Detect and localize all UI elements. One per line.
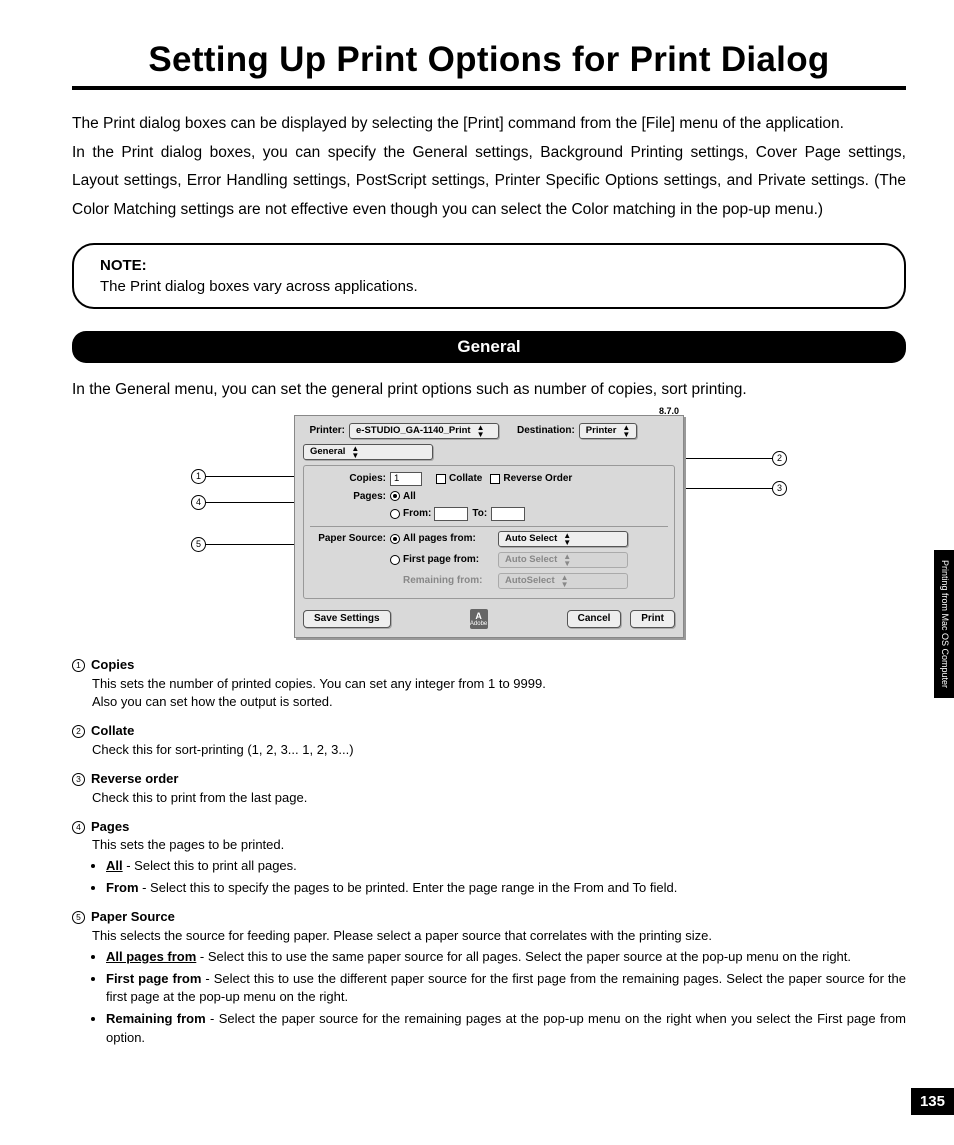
- pages-label: Pages:: [310, 491, 390, 502]
- intro-p1: The Print dialog boxes can be displayed …: [72, 110, 906, 139]
- copies-label: Copies:: [310, 473, 390, 484]
- page-number: 135: [911, 1088, 954, 1115]
- updown-icon: ▲▼: [563, 532, 571, 546]
- definition-bullet: First page from - Select this to use the…: [106, 970, 906, 1008]
- definition-bullet: All pages from - Select this to use the …: [106, 948, 906, 967]
- intro-p2: In the Print dialog boxes, you can speci…: [72, 139, 906, 225]
- callout-2: 2: [772, 451, 787, 466]
- definition-item: 1 CopiesThis sets the number of printed c…: [72, 656, 906, 713]
- ps-remaining-label: Remaining from:: [403, 575, 498, 586]
- pages-to-label: To:: [472, 508, 487, 519]
- panel-value: General: [310, 446, 345, 457]
- reverse-label: Reverse Order: [503, 473, 572, 484]
- definitions-list: 1 CopiesThis sets the number of printed c…: [72, 656, 906, 1048]
- definition-number: 5: [72, 911, 85, 924]
- dialog-figure: 1 4 5 2 3 8.7.0 Printer: e-STUDIO_GA-114…: [209, 415, 769, 638]
- definition-body: This sets the number of printed copies. …: [72, 675, 906, 713]
- definition-title: Copies: [91, 656, 134, 675]
- definition-item: 5 Paper SourceThis selects the source for…: [72, 908, 906, 1048]
- definition-item: 2 CollateCheck this for sort-printing (1,…: [72, 722, 906, 760]
- ps-first-value: Auto Select: [505, 554, 557, 565]
- definition-number: 1: [72, 659, 85, 672]
- callout-3: 3: [772, 481, 787, 496]
- dialog-version: 8.7.0: [659, 406, 679, 416]
- updown-icon: ▲▼: [622, 424, 630, 438]
- callout-5: 5: [191, 537, 206, 552]
- copies-field[interactable]: 1: [390, 472, 422, 486]
- ps-remaining-popup[interactable]: AutoSelect ▲▼: [498, 573, 628, 589]
- definition-bullet: Remaining from - Select the paper source…: [106, 1010, 906, 1048]
- definition-body: This selects the source for feeding pape…: [72, 927, 906, 1048]
- manual-page: Setting Up Print Options for Print Dialo…: [0, 0, 954, 1145]
- definition-item: 4 PagesThis sets the pages to be printed.…: [72, 818, 906, 898]
- ps-all-radio[interactable]: [390, 534, 400, 544]
- definition-bullet: From - Select this to specify the pages …: [106, 879, 906, 898]
- ps-all-label: All pages from:: [403, 533, 498, 544]
- title-rule: [72, 86, 906, 90]
- destination-label: Destination:: [517, 425, 579, 436]
- options-panel: Copies: 1 Collate Reverse Order Pages: A…: [303, 465, 675, 599]
- definition-item: 3 Reverse orderCheck this to print from t…: [72, 770, 906, 808]
- page-title: Setting Up Print Options for Print Dialo…: [72, 40, 906, 80]
- destination-value: Printer: [586, 425, 617, 436]
- pages-all-radio[interactable]: [390, 491, 400, 501]
- section-heading-general: General: [72, 331, 906, 363]
- adobe-logo-icon: A Adobe: [470, 609, 488, 629]
- callout-4: 4: [191, 495, 206, 510]
- note-box: NOTE: The Print dialog boxes vary across…: [72, 243, 906, 309]
- ps-remaining-value: AutoSelect: [505, 575, 555, 586]
- callout-1: 1: [191, 469, 206, 484]
- reverse-checkbox[interactable]: [490, 474, 500, 484]
- updown-icon: ▲▼: [477, 424, 485, 438]
- collate-label: Collate: [449, 473, 482, 484]
- note-label: NOTE:: [100, 257, 878, 274]
- definition-title: Reverse order: [91, 770, 178, 789]
- printer-label: Printer:: [303, 425, 349, 436]
- updown-icon: ▲▼: [351, 445, 359, 459]
- note-text: The Print dialog boxes vary across appli…: [100, 278, 878, 295]
- print-dialog: 8.7.0 Printer: e-STUDIO_GA-1140_Print ▲▼…: [294, 415, 684, 638]
- pages-to-field[interactable]: [491, 507, 525, 521]
- ps-first-label: First page from:: [403, 554, 498, 565]
- ps-all-popup[interactable]: Auto Select ▲▼: [498, 531, 628, 547]
- definition-body: Check this for sort-printing (1, 2, 3...…: [72, 741, 906, 760]
- definition-title: Collate: [91, 722, 134, 741]
- cancel-button[interactable]: Cancel: [567, 610, 622, 628]
- ps-first-popup[interactable]: Auto Select ▲▼: [498, 552, 628, 568]
- divider: [310, 526, 668, 527]
- save-settings-button[interactable]: Save Settings: [303, 610, 391, 628]
- panel-popup[interactable]: General ▲▼: [303, 444, 433, 460]
- definition-title: Pages: [91, 818, 129, 837]
- definition-body: This sets the pages to be printed.All - …: [72, 836, 906, 898]
- printer-value: e-STUDIO_GA-1140_Print: [356, 425, 471, 436]
- section-intro: In the General menu, you can set the gen…: [72, 381, 906, 399]
- pages-from-field[interactable]: [434, 507, 468, 521]
- ps-first-radio[interactable]: [390, 555, 400, 565]
- updown-icon: ▲▼: [561, 574, 569, 588]
- intro-block: The Print dialog boxes can be displayed …: [72, 110, 906, 225]
- printer-popup[interactable]: e-STUDIO_GA-1140_Print ▲▼: [349, 423, 499, 439]
- ps-all-value: Auto Select: [505, 533, 557, 544]
- side-tab: Printing from Mac OS Computer: [934, 550, 954, 698]
- pages-from-radio[interactable]: [390, 509, 400, 519]
- definition-number: 2: [72, 725, 85, 738]
- definition-title: Paper Source: [91, 908, 175, 927]
- destination-popup[interactable]: Printer ▲▼: [579, 423, 637, 439]
- definition-number: 4: [72, 821, 85, 834]
- updown-icon: ▲▼: [563, 553, 571, 567]
- papersource-label: Paper Source:: [310, 533, 390, 544]
- pages-all-label: All: [403, 491, 416, 502]
- definition-number: 3: [72, 773, 85, 786]
- definition-body: Check this to print from the last page.: [72, 789, 906, 808]
- print-button[interactable]: Print: [630, 610, 675, 628]
- definition-bullet: All - Select this to print all pages.: [106, 857, 906, 876]
- pages-from-label: From:: [403, 508, 431, 519]
- collate-checkbox[interactable]: [436, 474, 446, 484]
